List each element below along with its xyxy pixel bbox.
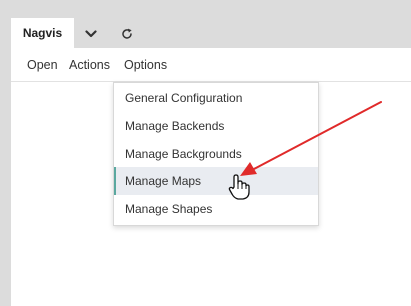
refresh-icon[interactable] <box>117 24 137 44</box>
hand-pointer-icon <box>228 174 250 200</box>
menu-actions[interactable]: Actions <box>69 58 110 72</box>
menu-item-manage-maps[interactable]: Manage Maps <box>114 167 318 195</box>
menu-bar: Open Actions Options <box>11 48 411 82</box>
menu-item-manage-shapes[interactable]: Manage Shapes <box>114 195 318 223</box>
menu-options[interactable]: Options <box>124 58 167 72</box>
menu-item-manage-backends[interactable]: Manage Backends <box>114 112 318 140</box>
left-frame <box>0 0 11 306</box>
menu-item-manage-backgrounds[interactable]: Manage Backgrounds <box>114 140 318 168</box>
menu-item-general-configuration[interactable]: General Configuration <box>114 84 318 112</box>
options-dropdown: General Configuration Manage Backends Ma… <box>113 82 319 226</box>
menu-open[interactable]: Open <box>27 58 58 72</box>
tab-nagvis[interactable]: Nagvis <box>11 18 74 48</box>
tab-label: Nagvis <box>22 26 63 40</box>
chevron-down-icon[interactable] <box>81 24 101 44</box>
